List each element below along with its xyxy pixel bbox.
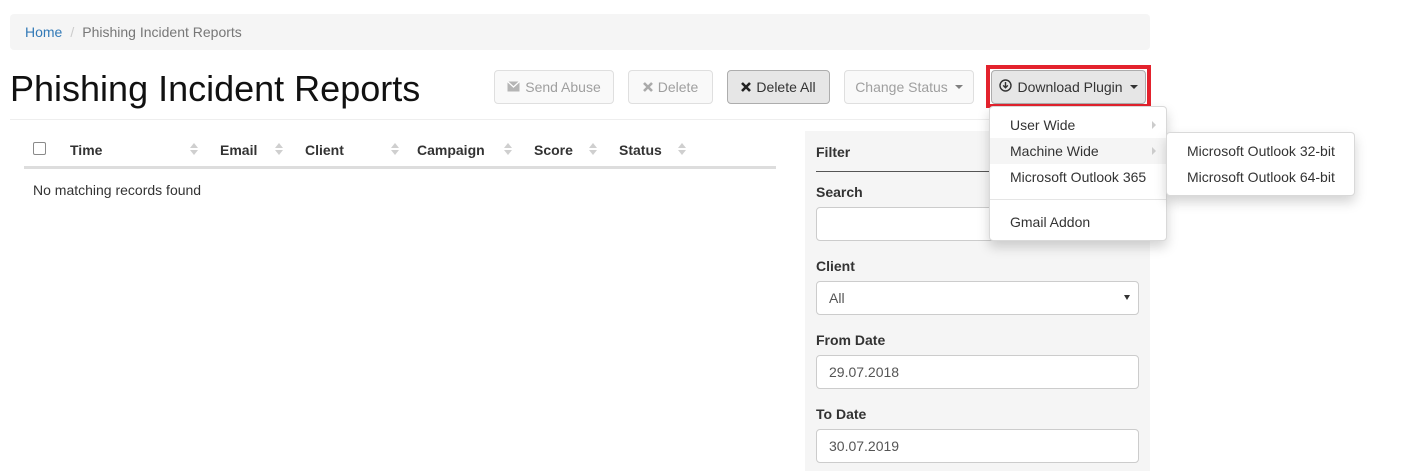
caret-right-icon xyxy=(1152,147,1156,155)
menu-item-gmail-addon[interactable]: Gmail Addon xyxy=(990,209,1166,235)
download-circle-icon xyxy=(999,79,1013,95)
column-header-score[interactable]: Score xyxy=(534,142,573,158)
table-header: Time Email Client Campaign Score Status xyxy=(24,131,776,169)
caret-down-icon xyxy=(1129,85,1138,89)
download-plugin-menu: User Wide Machine Wide Microsoft Outlook… xyxy=(989,106,1167,241)
column-header-email[interactable]: Email xyxy=(220,142,257,158)
client-select-value: All xyxy=(829,290,845,306)
machine-wide-submenu: Microsoft Outlook 32-bit Microsoft Outlo… xyxy=(1166,132,1355,196)
caret-down-icon xyxy=(954,85,963,89)
sort-icon[interactable] xyxy=(504,143,512,157)
caret-right-icon xyxy=(1152,121,1156,129)
select-all-checkbox[interactable] xyxy=(33,142,46,155)
menu-item-outlook-32bit[interactable]: Microsoft Outlook 32-bit xyxy=(1167,138,1354,164)
divider xyxy=(10,119,1150,120)
empty-message: No matching records found xyxy=(33,182,202,198)
breadcrumb: Home / Phishing Incident Reports xyxy=(10,14,1150,50)
delete-label: Delete xyxy=(657,79,699,95)
change-status-dropdown[interactable]: Change Status xyxy=(844,70,974,104)
envelope-icon xyxy=(507,79,521,95)
menu-item-machine-wide[interactable]: Machine Wide xyxy=(990,138,1166,164)
column-header-client[interactable]: Client xyxy=(305,142,344,158)
change-status-label: Change Status xyxy=(855,79,948,95)
breadcrumb-current: Phishing Incident Reports xyxy=(82,24,242,40)
to-date-label: To Date xyxy=(816,406,867,422)
breadcrumb-separator: / xyxy=(70,24,75,40)
sort-icon[interactable] xyxy=(589,143,597,157)
menu-item-outlook-64bit[interactable]: Microsoft Outlook 64-bit xyxy=(1167,164,1354,190)
delete-all-label: Delete All xyxy=(756,79,816,95)
to-date-input[interactable]: 30.07.2019 xyxy=(816,429,1139,463)
from-date-label: From Date xyxy=(816,332,886,348)
menu-item-label: Machine Wide xyxy=(1010,143,1099,159)
page-title: Phishing Incident Reports xyxy=(10,68,421,109)
menu-item-outlook-365[interactable]: Microsoft Outlook 365 xyxy=(990,164,1166,190)
send-abuse-label: Send Abuse xyxy=(525,79,601,95)
sort-icon[interactable] xyxy=(678,143,686,157)
menu-item-label: Gmail Addon xyxy=(1010,214,1091,230)
column-header-time[interactable]: Time xyxy=(70,142,102,158)
delete-all-button[interactable]: Delete All xyxy=(727,70,830,104)
menu-item-label: User Wide xyxy=(1010,117,1076,133)
download-plugin-dropdown[interactable]: Download Plugin xyxy=(991,70,1146,104)
breadcrumb-home-link[interactable]: Home xyxy=(25,24,62,40)
filter-title: Filter xyxy=(816,144,851,160)
column-header-status[interactable]: Status xyxy=(619,142,662,158)
x-icon xyxy=(642,79,653,95)
menu-item-user-wide[interactable]: User Wide xyxy=(990,112,1166,138)
search-label: Search xyxy=(816,184,863,200)
client-label: Client xyxy=(816,258,855,274)
send-abuse-button[interactable]: Send Abuse xyxy=(494,70,614,104)
select-arrow-icon xyxy=(1124,295,1130,300)
sort-icon[interactable] xyxy=(275,143,283,157)
delete-button[interactable]: Delete xyxy=(628,70,713,104)
client-select[interactable]: All xyxy=(816,281,1139,315)
from-date-input[interactable]: 29.07.2018 xyxy=(816,355,1139,389)
sort-icon[interactable] xyxy=(190,143,198,157)
reports-table: Time Email Client Campaign Score Status … xyxy=(24,131,776,198)
menu-divider xyxy=(990,199,1166,200)
download-plugin-label: Download Plugin xyxy=(1017,79,1123,95)
menu-item-label: Microsoft Outlook 365 xyxy=(1010,169,1147,185)
sort-icon[interactable] xyxy=(391,143,399,157)
column-header-campaign[interactable]: Campaign xyxy=(417,142,485,158)
x-icon xyxy=(741,79,752,95)
